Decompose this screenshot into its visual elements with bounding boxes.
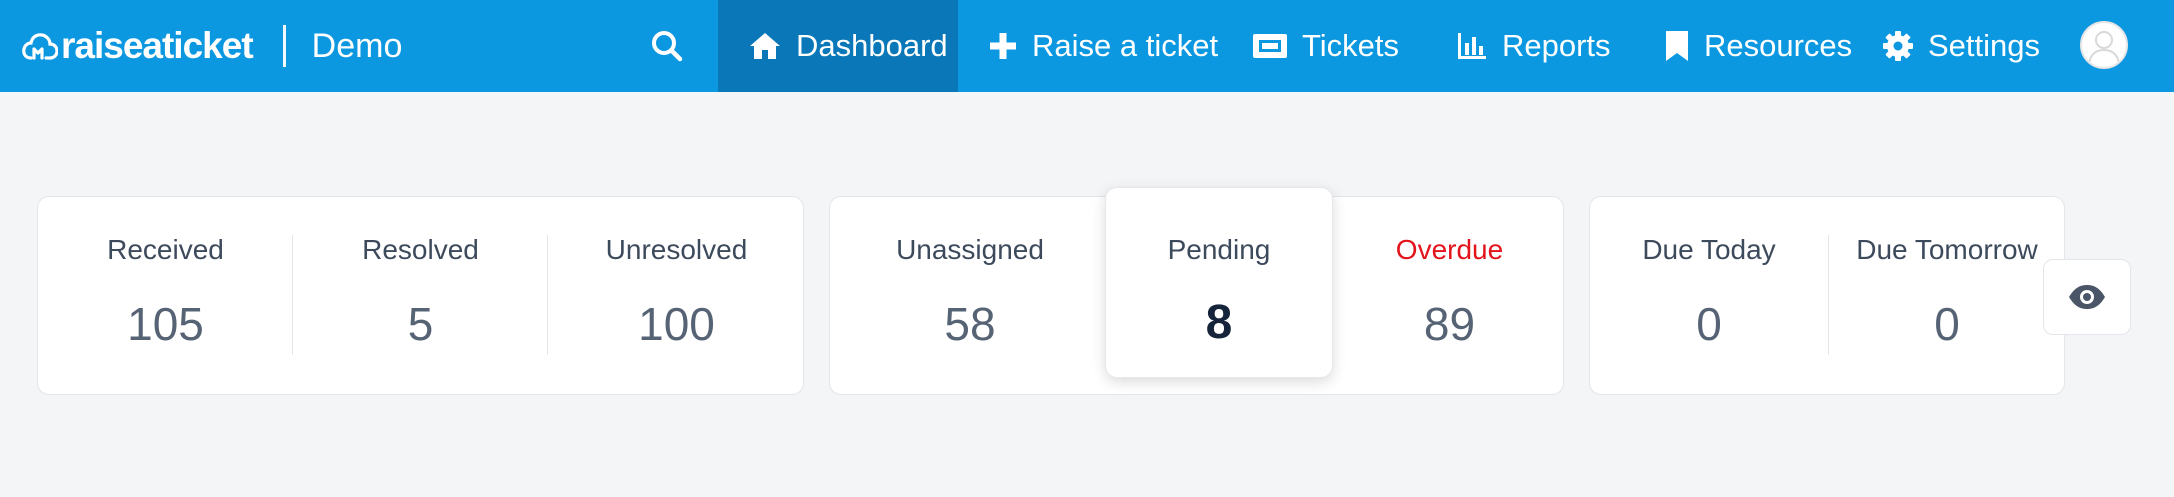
stat-label: Resolved	[362, 234, 479, 265]
stat-due-today[interactable]: Due Today 0	[1590, 197, 1828, 396]
nav-item-label: Reports	[1502, 28, 1611, 63]
user-avatar-icon	[2088, 31, 2120, 64]
gear-icon	[1883, 31, 1913, 61]
bookmark-icon	[1666, 31, 1688, 61]
nav-item-label: Dashboard	[796, 28, 948, 63]
stat-resolved[interactable]: Resolved 5	[293, 197, 548, 396]
brand-name: raiseaticket	[61, 25, 254, 66]
nav-item-label: Raise a ticket	[1032, 28, 1219, 63]
stat-value: 100	[638, 298, 715, 350]
nav-item-reports[interactable]: Reports	[1456, 0, 1611, 92]
stat-value: 0	[1696, 298, 1722, 350]
nav-item-settings[interactable]: Settings	[1882, 0, 2040, 92]
stat-unresolved[interactable]: Unresolved 100	[548, 197, 805, 396]
search-icon	[652, 31, 683, 62]
ticket-totals-card: Received 105 Resolved 5 Unresolved 100	[37, 196, 804, 395]
stat-label: Unassigned	[896, 234, 1044, 265]
stat-label: Due Tomorrow	[1856, 234, 2038, 265]
nav-item-label: Settings	[1928, 28, 2041, 63]
nav-item-resources[interactable]: Resources	[1664, 0, 1852, 92]
due-dates-card: Due Today 0 Due Tomorrow 0	[1589, 196, 2065, 395]
brand-logo[interactable]: raiseaticket	[22, 25, 254, 67]
stat-value: 0	[1934, 298, 1960, 350]
stat-label: Due Today	[1642, 234, 1776, 265]
nav-item-label: Tickets	[1302, 28, 1400, 63]
home-icon	[750, 33, 780, 59]
stat-value: 105	[127, 298, 204, 350]
stat-value: 58	[944, 298, 996, 350]
stat-pending[interactable]: Pending 8	[1105, 187, 1333, 378]
brand-divider	[282, 25, 286, 67]
stat-overdue[interactable]: Overdue 89	[1334, 197, 1565, 396]
stat-received[interactable]: Received 105	[38, 197, 293, 396]
search-button[interactable]	[643, 22, 691, 70]
stat-unassigned[interactable]: Unassigned 58	[830, 197, 1110, 396]
plus-icon	[990, 33, 1016, 59]
user-avatar[interactable]	[2080, 21, 2128, 69]
stat-label: Pending	[1167, 234, 1271, 265]
bar-chart-icon	[1458, 33, 1486, 59]
stat-value: 89	[1423, 298, 1476, 350]
brand: raiseaticket Demo	[22, 0, 402, 92]
ticket-icon	[1253, 34, 1287, 58]
nav-item-dashboard[interactable]: Dashboard	[718, 0, 958, 92]
organization-name: Demo	[311, 26, 403, 65]
stat-due-tomorrow[interactable]: Due Tomorrow 0	[1828, 197, 2066, 396]
stat-label: Unresolved	[605, 234, 748, 265]
stat-label: Received	[107, 234, 224, 265]
eye-icon	[2069, 285, 2105, 309]
nav-item-label: Resources	[1704, 28, 1853, 63]
toggle-visibility-button[interactable]	[2043, 259, 2131, 335]
top-navigation-bar: raiseaticket Demo Dashboard Raise a tick…	[0, 0, 2174, 92]
stat-value: 5	[407, 298, 434, 350]
nav-item-raise-a-ticket[interactable]: Raise a ticket	[988, 0, 1218, 92]
stat-label: Overdue	[1395, 234, 1504, 265]
stat-value: 8	[1205, 296, 1233, 349]
nav-item-tickets[interactable]: Tickets	[1252, 0, 1399, 92]
cloud-logo-icon	[22, 33, 58, 60]
